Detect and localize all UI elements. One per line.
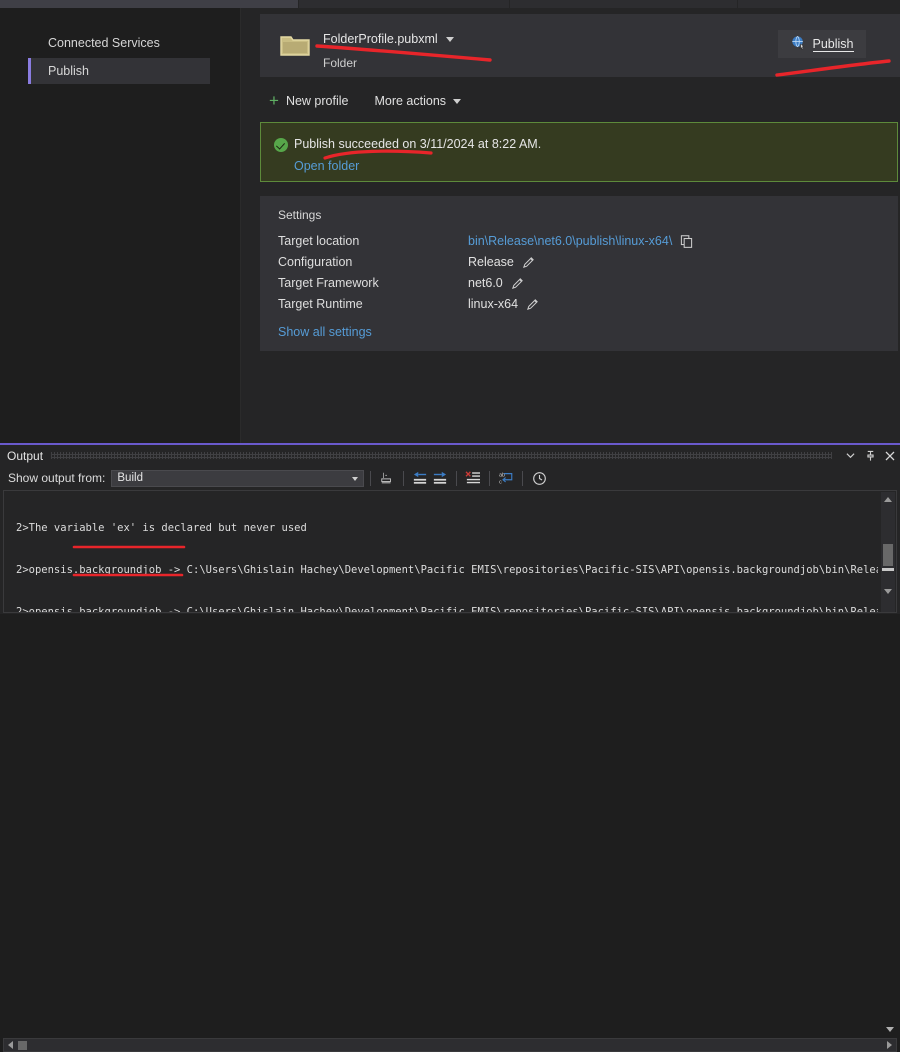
scroll-left-icon[interactable]	[4, 1039, 17, 1051]
scroll-up-icon[interactable]	[881, 492, 895, 506]
pencil-icon[interactable]	[522, 256, 535, 269]
publish-profile-selector[interactable]: FolderProfile.pubxml	[323, 32, 454, 46]
editor-tab[interactable]	[738, 0, 801, 8]
word-wrap-icon[interactable]: ab c	[496, 469, 516, 487]
setting-label: Target location	[278, 234, 359, 248]
sidebar-item-publish[interactable]: Publish	[28, 58, 210, 84]
new-profile-button[interactable]: + New profile	[269, 94, 348, 108]
sidebar-item-label: Connected Services	[48, 36, 160, 50]
publish-success-banner: Publish succeeded on 3/11/2024 at 8:22 A…	[260, 122, 898, 182]
publish-nav-pane: Connected Services Publish	[0, 8, 241, 443]
pin-icon[interactable]	[860, 445, 880, 466]
toolbar-separator	[370, 471, 371, 486]
editor-tab[interactable]	[0, 0, 299, 8]
output-text-area[interactable]: 2>The variable 'ex' is declared but neve…	[3, 490, 897, 613]
success-check-icon	[274, 138, 288, 152]
output-lines: 2>The variable 'ex' is declared but neve…	[16, 493, 878, 613]
output-window-title: Output	[0, 449, 43, 463]
publish-profile-name: FolderProfile.pubxml	[323, 32, 438, 46]
toolbar-separator	[456, 471, 457, 486]
scrollbar-thumb[interactable]	[18, 1041, 27, 1050]
clear-all-icon[interactable]	[463, 469, 483, 487]
plus-icon: +	[269, 95, 279, 107]
scroll-right-icon[interactable]	[883, 1039, 896, 1051]
output-line: 2>opensis.backgroundjob -> C:\Users\Ghis…	[16, 605, 878, 613]
pencil-icon[interactable]	[511, 277, 524, 290]
chevron-down-icon[interactable]	[840, 445, 860, 466]
setting-label: Target Runtime	[278, 297, 363, 311]
editor-tab[interactable]	[299, 0, 509, 8]
output-overflow-chevron-icon[interactable]	[886, 1027, 894, 1032]
publish-globe-icon	[791, 35, 806, 53]
toolbar-separator	[522, 471, 523, 486]
setting-value-group: linux-x64	[468, 297, 539, 311]
output-line: 2>opensis.backgroundjob -> C:\Users\Ghis…	[16, 563, 878, 577]
clear-output-icon[interactable]	[377, 469, 397, 487]
folder-icon	[280, 33, 310, 57]
window-drag-grip[interactable]	[51, 452, 832, 459]
configuration-value: Release	[468, 255, 514, 269]
copy-icon[interactable]	[680, 235, 693, 248]
close-icon[interactable]	[880, 445, 900, 466]
publish-button-label: Publish	[813, 37, 854, 52]
setting-row-target-framework: Target Framework net6.0	[278, 276, 878, 297]
setting-value-group: net6.0	[468, 276, 524, 290]
publish-button[interactable]: Publish	[778, 30, 866, 58]
chevron-down-icon	[352, 477, 358, 481]
show-output-from-label: Show output from:	[0, 471, 111, 485]
output-source-dropdown[interactable]: Build	[111, 470, 364, 487]
output-vertical-scrollbar[interactable]	[881, 492, 895, 613]
setting-label: Target Framework	[278, 276, 379, 290]
output-titlebar: Output	[0, 445, 900, 466]
toolbar-separator	[489, 471, 490, 486]
scroll-down-icon[interactable]	[881, 584, 895, 598]
sidebar-item-label: Publish	[48, 64, 89, 78]
output-horizontal-scrollbar[interactable]	[3, 1038, 897, 1052]
scrollbar-thumb[interactable]	[883, 544, 893, 566]
setting-value-group: Release	[468, 255, 535, 269]
editor-tab[interactable]	[510, 0, 738, 8]
go-to-next-message-icon[interactable]	[430, 469, 450, 487]
publish-profile-toolbar: + New profile More actions	[260, 86, 461, 116]
show-all-settings-link[interactable]: Show all settings	[278, 325, 372, 339]
setting-row-target-location: Target location bin\Release\net6.0\publi…	[278, 234, 878, 255]
output-tool-window: Output Show output from: Build	[0, 443, 900, 614]
scrollbar-splitter[interactable]	[882, 568, 894, 571]
more-actions-button[interactable]: More actions	[374, 94, 461, 108]
toolbar-separator	[403, 471, 404, 486]
output-source-value: Build	[117, 472, 143, 484]
output-toolbar: Show output from: Build	[0, 467, 900, 489]
chevron-down-icon[interactable]	[446, 37, 454, 42]
more-actions-label: More actions	[374, 94, 446, 108]
pencil-icon[interactable]	[526, 298, 539, 311]
publish-settings-card: Settings Target location bin\Release\net…	[260, 196, 898, 351]
chevron-down-icon	[453, 99, 461, 104]
publish-editor: Connected Services Publish FolderProfile…	[0, 8, 900, 443]
target-framework-value: net6.0	[468, 276, 503, 290]
publish-profile-type: Folder	[323, 56, 357, 70]
setting-row-configuration: Configuration Release	[278, 255, 878, 276]
target-runtime-value: linux-x64	[468, 297, 518, 311]
go-to-previous-message-icon[interactable]	[410, 469, 430, 487]
output-line: 2>The variable 'ex' is declared but neve…	[16, 521, 878, 535]
publish-document-pane: FolderProfile.pubxml Folder Publish	[241, 8, 900, 443]
setting-value-group: bin\Release\net6.0\publish\linux-x64\	[468, 234, 693, 248]
publish-status-message: Publish succeeded on 3/11/2024 at 8:22 A…	[294, 137, 541, 151]
settings-title: Settings	[278, 208, 321, 222]
setting-row-target-runtime: Target Runtime linux-x64	[278, 297, 878, 318]
history-icon[interactable]	[529, 469, 549, 487]
sidebar-item-connected-services[interactable]: Connected Services	[28, 30, 210, 56]
target-location-link[interactable]: bin\Release\net6.0\publish\linux-x64\	[468, 234, 672, 248]
editor-tab[interactable]	[801, 0, 900, 8]
setting-label: Configuration	[278, 255, 352, 269]
open-folder-link[interactable]: Open folder	[294, 159, 359, 173]
editor-tab-strip[interactable]	[0, 0, 900, 8]
svg-text:c: c	[499, 479, 502, 485]
new-profile-label: New profile	[286, 94, 349, 108]
